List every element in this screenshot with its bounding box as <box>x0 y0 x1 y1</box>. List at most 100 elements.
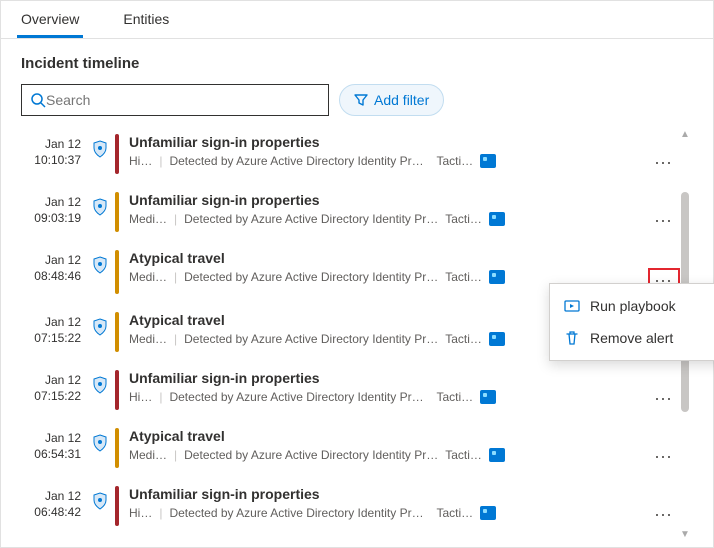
tactics-label: Tacti… <box>445 212 482 226</box>
context-menu: Run playbook Remove alert <box>549 283 714 361</box>
scroll-up-arrow[interactable]: ▲ <box>680 130 690 140</box>
tactics-label: Tacti… <box>445 448 482 462</box>
severity-bar <box>115 486 119 526</box>
severity-label: Hi… <box>129 154 152 168</box>
timestamp-date: Jan 12 <box>21 252 81 268</box>
severity-label: Medi… <box>129 212 167 226</box>
timeline-row[interactable]: Jan 1206:48:42 Unfamiliar sign-in propert… <box>21 478 687 536</box>
menu-run-playbook-label: Run playbook <box>590 298 676 314</box>
tactic-icon <box>489 212 505 226</box>
trash-icon <box>564 330 580 346</box>
tabs: Overview Entities <box>1 1 713 39</box>
timestamp-date: Jan 12 <box>21 314 81 330</box>
add-filter-button[interactable]: Add filter <box>339 84 444 116</box>
alert-content: Atypical travelMedi…|Detected by Azure A… <box>129 250 641 284</box>
timestamp: Jan 1206:54:31 <box>21 428 89 462</box>
detected-by: Detected by Azure Active Directory Ident… <box>169 390 429 404</box>
timeline-row[interactable]: Jan 1210:10:37 Unfamiliar sign-in propert… <box>21 126 687 184</box>
timestamp: Jan 1206:48:42 <box>21 486 89 520</box>
search-icon <box>30 92 46 108</box>
tactics-label: Tacti… <box>445 270 482 284</box>
more-actions-button[interactable]: ⋯ <box>650 388 678 410</box>
menu-remove-alert-label: Remove alert <box>590 330 673 346</box>
severity-label: Medi… <box>129 448 167 462</box>
alert-title[interactable]: Atypical travel <box>129 250 641 266</box>
timeline-row[interactable]: Jan 1209:03:19 Unfamiliar sign-in propert… <box>21 184 687 242</box>
alert-content: Unfamiliar sign-in propertiesHi…|Detecte… <box>129 134 641 168</box>
playbook-icon <box>564 298 580 314</box>
more-actions-button[interactable]: ⋯ <box>650 152 678 174</box>
alert-title[interactable]: Atypical travel <box>129 428 641 444</box>
shield-icon <box>89 250 111 274</box>
alert-title[interactable]: Unfamiliar sign-in properties <box>129 134 641 150</box>
more-actions-button[interactable]: ⋯ <box>650 210 678 232</box>
severity-bar <box>115 370 119 410</box>
timestamp-time: 06:48:42 <box>21 504 81 520</box>
timestamp-time: 07:15:22 <box>21 388 81 404</box>
menu-run-playbook[interactable]: Run playbook <box>550 290 714 322</box>
severity-bar <box>115 192 119 232</box>
search-input[interactable] <box>46 92 320 108</box>
severity-bar <box>115 134 119 174</box>
alert-content: Atypical travelMedi…|Detected by Azure A… <box>129 428 641 462</box>
severity-label: Hi… <box>129 506 152 520</box>
severity-bar <box>115 428 119 468</box>
tactic-icon <box>480 154 496 168</box>
timestamp-time: 08:48:46 <box>21 268 81 284</box>
timestamp-time: 10:10:37 <box>21 152 81 168</box>
shield-icon <box>89 370 111 394</box>
tactic-icon <box>480 390 496 404</box>
section-title: Incident timeline <box>21 55 693 72</box>
severity-label: Medi… <box>129 332 167 346</box>
timestamp: Jan 1209:03:19 <box>21 192 89 226</box>
detected-by: Detected by Azure Active Directory Ident… <box>184 212 438 226</box>
timestamp-date: Jan 12 <box>21 488 81 504</box>
tab-entities[interactable]: Entities <box>119 1 173 38</box>
timestamp: Jan 1208:48:46 <box>21 250 89 284</box>
shield-icon <box>89 486 111 510</box>
alert-content: Unfamiliar sign-in propertiesMedi…|Detec… <box>129 192 641 226</box>
add-filter-label: Add filter <box>374 92 429 108</box>
shield-icon <box>89 192 111 216</box>
timestamp: Jan 1207:15:22 <box>21 370 89 404</box>
timestamp-time: 06:54:31 <box>21 446 81 462</box>
timestamp-date: Jan 12 <box>21 136 81 152</box>
severity-bar <box>115 250 119 294</box>
tactics-label: Tacti… <box>445 332 482 346</box>
severity-bar <box>115 312 119 352</box>
detected-by: Detected by Azure Active Directory Ident… <box>169 154 429 168</box>
search-box[interactable] <box>21 84 329 116</box>
tactics-label: Tacti… <box>436 390 473 404</box>
tactic-icon <box>480 506 496 520</box>
severity-label: Hi… <box>129 390 152 404</box>
menu-remove-alert[interactable]: Remove alert <box>550 322 714 354</box>
timestamp-date: Jan 12 <box>21 194 81 210</box>
tactics-label: Tacti… <box>436 154 473 168</box>
tactic-icon <box>489 270 505 284</box>
alert-title[interactable]: Unfamiliar sign-in properties <box>129 486 641 502</box>
timestamp-date: Jan 12 <box>21 372 81 388</box>
tactics-label: Tacti… <box>436 506 473 520</box>
tab-overview[interactable]: Overview <box>17 1 83 38</box>
timestamp: Jan 1207:15:22 <box>21 312 89 346</box>
filter-icon <box>354 93 368 107</box>
timeline-row[interactable]: Jan 1206:54:31Atypical travelMedi…|Detec… <box>21 420 687 478</box>
scroll-down-arrow[interactable]: ▼ <box>680 530 690 540</box>
severity-label: Medi… <box>129 270 167 284</box>
detected-by: Detected by Azure Active Directory Ident… <box>184 270 438 284</box>
tactic-icon <box>489 332 505 346</box>
timestamp-date: Jan 12 <box>21 430 81 446</box>
timestamp-time: 07:15:22 <box>21 330 81 346</box>
alert-content: Unfamiliar sign-in propertiesHi…|Detecte… <box>129 370 641 404</box>
detected-by: Detected by Azure Active Directory Ident… <box>169 506 429 520</box>
alert-title[interactable]: Unfamiliar sign-in properties <box>129 370 641 386</box>
detected-by: Detected by Azure Active Directory Ident… <box>184 332 438 346</box>
alert-title[interactable]: Unfamiliar sign-in properties <box>129 192 641 208</box>
tactic-icon <box>489 448 505 462</box>
timestamp: Jan 1210:10:37 <box>21 134 89 168</box>
shield-icon <box>89 312 111 336</box>
timeline-row[interactable]: Jan 1207:15:22 Unfamiliar sign-in propert… <box>21 362 687 420</box>
more-actions-button[interactable]: ⋯ <box>650 504 678 526</box>
alert-content: Unfamiliar sign-in propertiesHi…|Detecte… <box>129 486 641 520</box>
more-actions-button[interactable]: ⋯ <box>650 446 678 468</box>
